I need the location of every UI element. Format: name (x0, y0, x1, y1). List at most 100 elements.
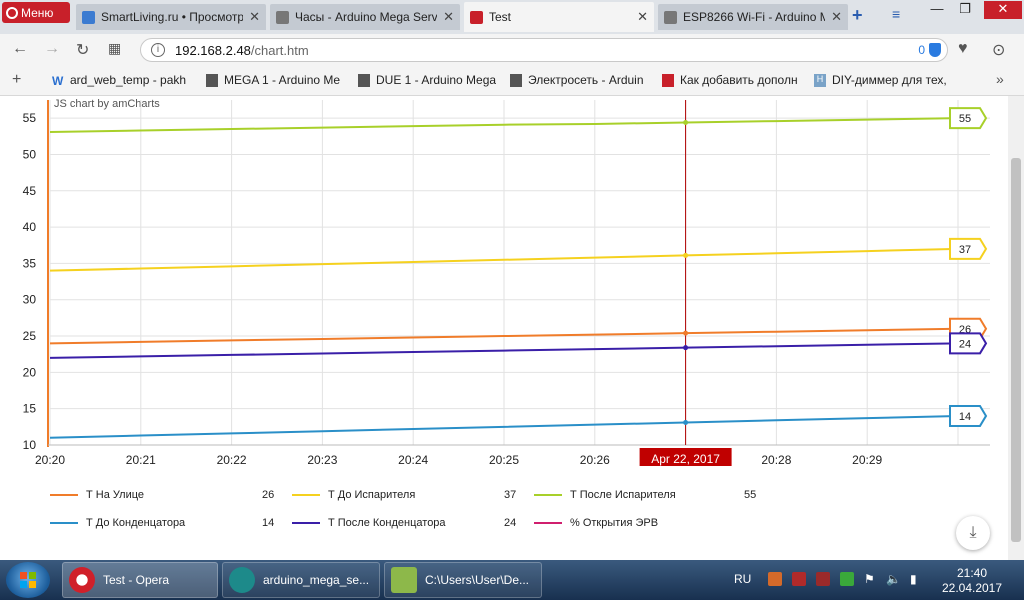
tab-close-icon[interactable]: ✕ (443, 9, 454, 25)
x-tick-label: 20:22 (217, 453, 247, 466)
minimize-icon[interactable]: — (926, 1, 948, 19)
notepad-icon (391, 567, 417, 593)
bookmark-heart-icon[interactable]: ♥ (958, 40, 968, 58)
smartliving-icon (82, 10, 95, 24)
tab-menu-icon[interactable]: ≡ (892, 6, 900, 22)
legend-value: 55 (744, 489, 757, 501)
w-icon: W (52, 73, 64, 88)
system-clock[interactable]: 21:40 22.04.2017 (932, 566, 1012, 596)
site-info-icon[interactable]: i (151, 43, 165, 57)
legend-item[interactable]: Т После Конденцатора 24 (292, 517, 532, 529)
bookmark-label: Электросеть - Arduin (528, 73, 644, 87)
tray-security-icon[interactable] (816, 572, 830, 586)
export-download-button[interactable]: ⤓ (956, 516, 990, 550)
more-bookmarks-chevron-icon[interactable]: » (996, 71, 1004, 87)
y-tick-label: 20 (23, 365, 37, 379)
vertical-scrollbar[interactable] (1008, 96, 1024, 560)
bookmark-label: Как добавить дополн (680, 73, 798, 87)
add-bookmark-plus-icon[interactable]: + (12, 71, 21, 89)
address-host: 192.168.2.48 (175, 42, 251, 58)
tab-title: Часы - Arduino Mega Serv (295, 10, 438, 24)
tray-chart-icon[interactable] (792, 572, 806, 586)
legend-item[interactable]: Т На Улице 26 (50, 489, 290, 501)
line-chart: 10 15 20 25 30 35 40 45 50 55 20:20 20:21 20:22 20:23… (23, 100, 990, 466)
new-tab-plus-icon[interactable]: + (852, 5, 863, 26)
y-tick-label: 55 (23, 111, 37, 125)
legend-item[interactable]: Т После Испарителя 55 (534, 489, 774, 501)
tab-close-icon[interactable]: ✕ (637, 9, 648, 25)
legend-label: Т До Испарителя (328, 489, 416, 501)
legend-swatch (534, 494, 562, 496)
speed-dial-grid-icon[interactable]: ▦ (108, 40, 121, 57)
download-circle-icon[interactable]: ⊙ (992, 40, 1005, 60)
legend-swatch (292, 522, 320, 524)
page-icon (206, 73, 218, 87)
tab-close-icon[interactable]: ✕ (831, 9, 842, 25)
tray-app-icon[interactable] (768, 572, 782, 586)
bookmark-label: DIY-диммер для тех, (832, 73, 947, 87)
legend-item[interactable]: % Открытия ЭРВ (534, 517, 774, 529)
tray-check-icon[interactable] (840, 572, 854, 586)
legend-value: 37 (504, 489, 517, 501)
blocked-count: 0 (918, 43, 925, 57)
x-tick-label: 20:29 (852, 453, 882, 466)
bookmarks-bar: + W ard_web_temp - pakh MEGA 1 - Arduino… (0, 66, 1024, 96)
legend-item[interactable]: Т До Конденцатора 14 (50, 517, 290, 529)
action-center-flag-icon[interactable]: ⚑ (864, 572, 875, 586)
page-icon (510, 73, 522, 87)
bookmark-item[interactable]: DUE 1 - Arduino Mega (358, 73, 496, 87)
volume-speaker-icon[interactable]: 🔈 (886, 572, 901, 586)
opera-icon (69, 567, 95, 593)
opera-menu-button[interactable]: Меню (2, 2, 70, 23)
network-icon[interactable]: ▮ (910, 572, 917, 586)
legend-label: Т До Конденцатора (86, 517, 186, 529)
adblock-shield-icon[interactable] (929, 43, 941, 57)
tab-test[interactable]: Test ✕ (464, 2, 654, 32)
bookmark-item[interactable]: W ard_web_temp - pakh (52, 73, 192, 87)
legend-value: 14 (262, 517, 275, 529)
tab-esp8266[interactable]: ESP8266 Wi-Fi - Arduino M ✕ (658, 4, 848, 30)
y-tick-label: 30 (23, 293, 37, 307)
x-tick-label: 20:20 (35, 453, 65, 466)
legend-item[interactable]: Т До Испарителя 37 (292, 489, 532, 501)
bookmark-item[interactable]: Электросеть - Arduin (510, 73, 648, 87)
tab-title: Test (489, 10, 512, 24)
x-tick-label: 20:25 (489, 453, 519, 466)
maximize-icon[interactable]: ❐ (954, 1, 976, 19)
legend-swatch (534, 522, 562, 524)
clock-time: 21:40 (956, 566, 988, 580)
close-window-icon[interactable]: ✕ (984, 1, 1022, 19)
y-tick-label: 45 (23, 184, 37, 198)
back-arrow-icon[interactable]: ← (12, 40, 28, 58)
start-button[interactable] (6, 562, 50, 598)
language-indicator[interactable]: RU (734, 572, 751, 586)
forward-arrow-icon[interactable]: → (44, 40, 60, 58)
y-tick-label: 35 (23, 256, 37, 270)
clock-date: 22.04.2017 (941, 581, 1003, 595)
reload-icon[interactable]: ↻ (76, 40, 89, 60)
tab-smartliving[interactable]: SmartLiving.ru • Просмотр ✕ (76, 4, 266, 30)
page-icon (358, 73, 370, 87)
windows-taskbar: Test - Opera arduino_mega_se... C:\Users… (0, 560, 1024, 600)
tab-title: ESP8266 Wi-Fi - Arduino M (683, 10, 826, 24)
y-tick-label: 10 (23, 438, 37, 452)
taskbar-item-opera[interactable]: Test - Opera (62, 562, 218, 598)
tab-arduino-clock[interactable]: Часы - Arduino Mega Serv ✕ (270, 4, 460, 30)
taskbar-item-label: Test - Opera (103, 573, 170, 587)
tab-close-icon[interactable]: ✕ (249, 9, 260, 25)
address-bar[interactable]: i 192.168.2.48 /chart.htm 0 (140, 38, 948, 62)
taskbar-item-notepad[interactable]: C:\Users\User\De... (384, 562, 542, 598)
bookmark-item[interactable]: MEGA 1 - Arduino Me (206, 73, 344, 87)
bookmark-item[interactable]: H DIY-диммер для тех, (814, 73, 954, 87)
legend-label: % Открытия ЭРВ (570, 517, 659, 529)
series-end-label: 24 (959, 338, 971, 350)
arduino-lightning-icon (470, 10, 483, 24)
tab-title: SmartLiving.ru • Просмотр (101, 10, 244, 24)
legend-swatch (50, 494, 78, 496)
bookmark-label: ard_web_temp - pakh (70, 73, 187, 87)
bookmark-item[interactable]: Как добавить дополн (662, 73, 800, 87)
navigation-bar: ← → ↻ ▦ i 192.168.2.48 /chart.htm 0 ♥ ⊙ (0, 34, 1024, 66)
windows-logo-icon (20, 572, 36, 588)
taskbar-item-arduino[interactable]: arduino_mega_se... (222, 562, 380, 598)
scrollbar-thumb[interactable] (1011, 158, 1021, 542)
